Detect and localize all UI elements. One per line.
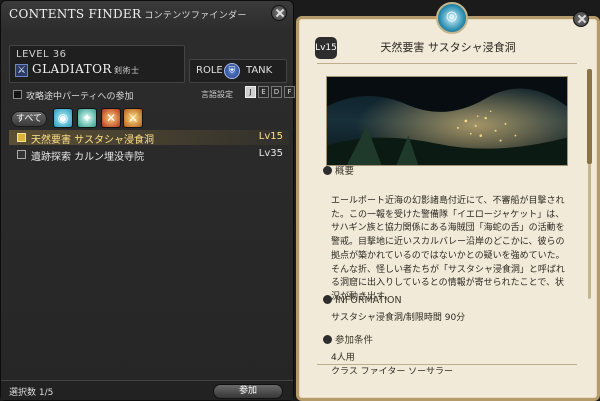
role-value: TANK <box>246 65 273 76</box>
crossed-swords-icon: ⚔ <box>15 64 28 77</box>
language-j-button[interactable]: J <box>245 86 256 98</box>
role-info: ROLE ⛨ TANK <box>189 59 287 83</box>
duty-thumbnail-image <box>326 76 568 166</box>
trial-filter-icon[interactable]: ✕ <box>101 108 121 128</box>
guildhest-filter-icon[interactable]: ✦ <box>77 108 97 128</box>
pvp-filter-icon[interactable]: ⚔ <box>123 108 143 128</box>
overview-text: エールポート近海の幻影諸島付近にて、不審船が目撃された。この一報を受けた警備隊「… <box>331 196 565 302</box>
contents-finder-panel: CONTENTS FINDER コンテンツファインダー LEVEL 36 ⚔ GL… <box>0 0 295 401</box>
close-icon[interactable] <box>573 11 589 27</box>
duty-crest-icon <box>436 2 468 34</box>
selected-checkbox-icon[interactable] <box>17 133 26 142</box>
bullet-icon <box>323 295 332 304</box>
join-in-progress-checkbox[interactable] <box>13 90 22 99</box>
join-button[interactable]: 参加 <box>213 384 283 399</box>
bullet-icon <box>323 166 332 175</box>
divider <box>317 63 577 64</box>
duty-title: 天然要害 サスタシャ浸食洞 <box>380 41 516 54</box>
conditions-heading-text: 参加条件 <box>335 335 374 346</box>
all-filter-button[interactable]: すべて <box>11 111 47 127</box>
job-name-jp: 剣術士 <box>113 66 140 75</box>
language-d-button[interactable]: D <box>271 86 282 98</box>
duty-list-item[interactable]: 遺跡探索 カルン埋没寺院 Lv35 <box>9 147 289 163</box>
level-label: LEVEL 36 <box>16 49 67 60</box>
job-info: LEVEL 36 ⚔ GLADIATOR 剣術士 <box>9 45 185 83</box>
close-icon[interactable] <box>271 5 287 21</box>
overview-heading: 概要 <box>323 163 354 177</box>
conditions-class-text: クラス ファイター ソーサラー <box>331 367 454 374</box>
window-title: CONTENTS FINDER コンテンツファインダー <box>9 7 247 21</box>
selection-count: 選択数 1/5 <box>9 388 54 398</box>
language-e-button[interactable]: E <box>258 86 269 98</box>
job-name: GLADIATOR 剣術士 <box>32 62 139 76</box>
footer-bar: 選択数 1/5 参加 <box>1 380 293 400</box>
duty-level: Lv15 <box>258 131 283 142</box>
language-label: 言語設定 <box>201 90 233 99</box>
join-in-progress-label: 攻略途中パーティへの参加 <box>26 92 134 102</box>
join-in-progress-option[interactable]: 攻略途中パーティへの参加 <box>13 89 133 102</box>
scrollbar-thumb[interactable] <box>587 69 592 164</box>
conditions-heading: 参加条件 <box>323 332 373 346</box>
scrollbar[interactable] <box>587 69 592 299</box>
info-heading-text: INFORMATION <box>335 295 402 306</box>
unchecked-checkbox-icon[interactable] <box>17 150 26 159</box>
bullet-icon <box>323 335 332 344</box>
window-title-text: CONTENTS FINDER <box>9 7 142 21</box>
job-name-text: GLADIATOR <box>32 62 112 76</box>
divider <box>317 364 577 365</box>
duty-detail-panel: Lv15 天然要害 サスタシャ浸食洞 <box>296 2 600 401</box>
overview-heading-text: 概要 <box>335 166 355 177</box>
shield-icon: ⛨ <box>224 63 240 79</box>
dungeon-filter-icon[interactable]: ◉ <box>53 108 73 128</box>
duty-list-item[interactable]: 天然要害 サスタシャ浸食洞 Lv15 <box>9 130 289 146</box>
duty-name: 遺跡探索 カルン埋没寺院 <box>31 152 144 163</box>
window-title-jp: コンテンツファインダー <box>144 11 247 21</box>
info-heading: INFORMATION <box>323 295 402 306</box>
language-f-button[interactable]: F <box>284 86 295 98</box>
duty-level: Lv35 <box>258 148 283 159</box>
info-text: サスタシャ浸食洞/制限時間 90分 <box>331 313 466 323</box>
conditions-text: 4人用 <box>331 353 355 363</box>
duty-name: 天然要害 サスタシャ浸食洞 <box>31 135 154 146</box>
role-label: ROLE <box>196 65 223 76</box>
